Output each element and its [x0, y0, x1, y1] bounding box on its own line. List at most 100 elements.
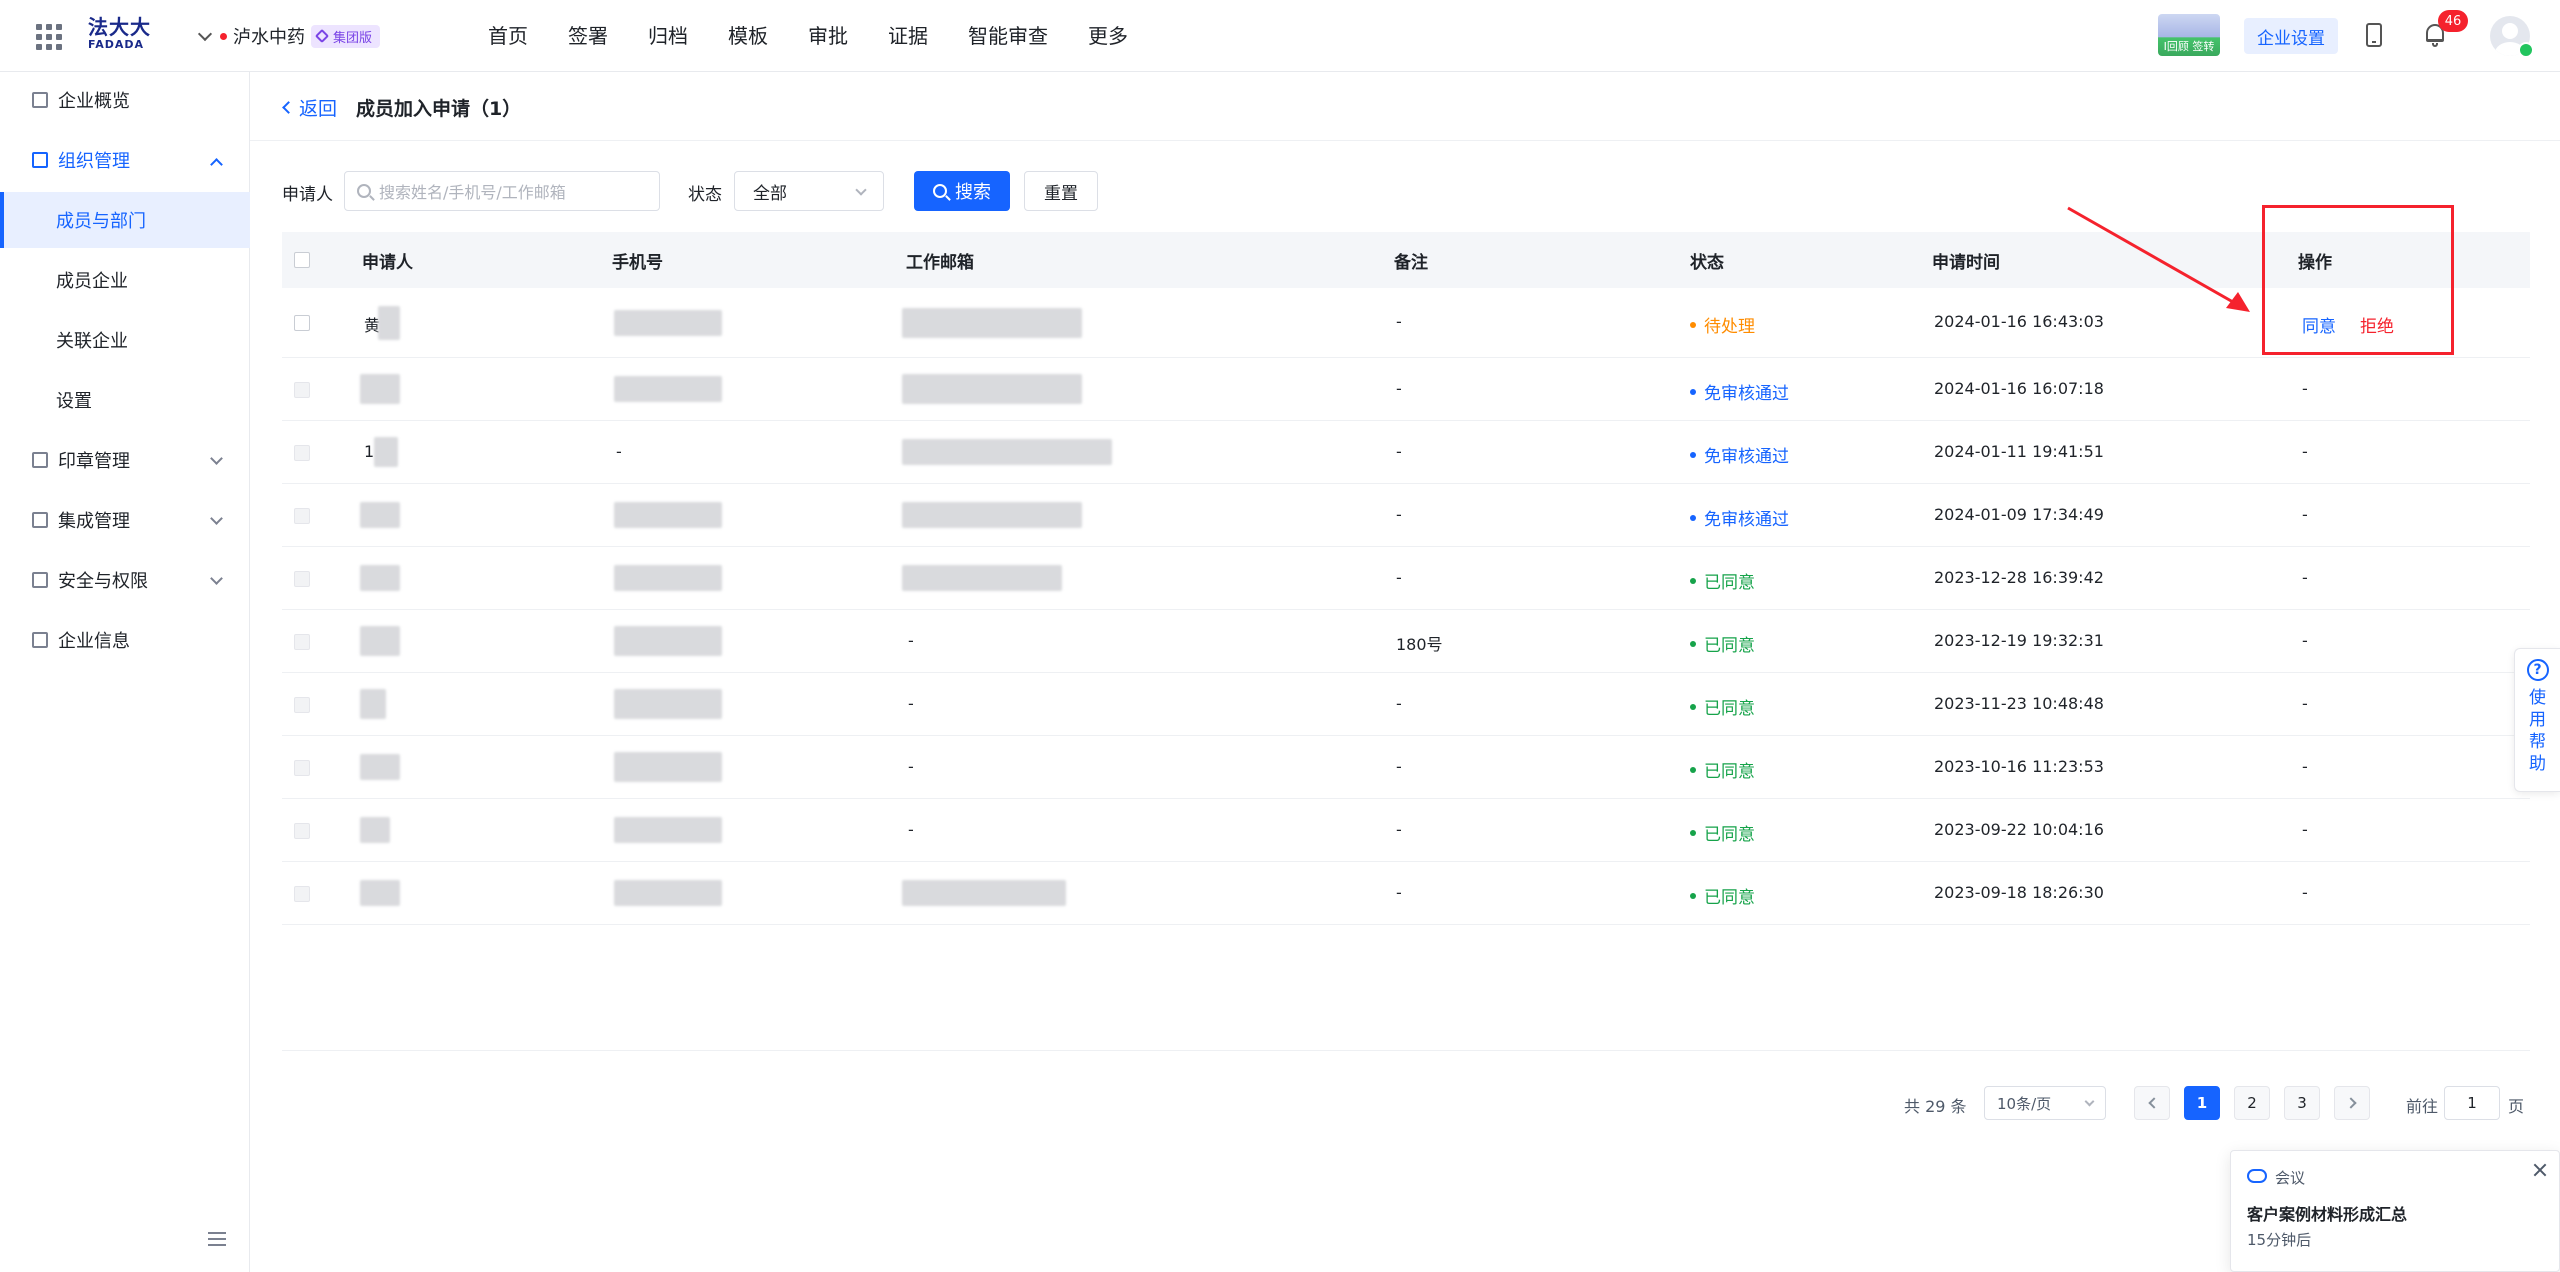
nav-sign[interactable]: 签署: [568, 20, 608, 52]
status-select[interactable]: 全部: [734, 171, 884, 211]
action-placeholder: -: [2302, 694, 2308, 713]
close-icon[interactable]: [2533, 1163, 2547, 1177]
note: -: [1396, 312, 1402, 331]
nav-smart-review[interactable]: 智能审查: [968, 20, 1048, 52]
status-badge: 已同意: [1690, 631, 1755, 656]
logo[interactable]: 法大大 FADADA: [88, 16, 154, 56]
mobile-icon[interactable]: [2366, 23, 2382, 47]
page-button-2[interactable]: 2: [2234, 1086, 2270, 1120]
question-icon: ?: [2526, 659, 2549, 681]
chevron-up-icon: [210, 158, 223, 171]
chevron-down-icon: [2084, 1096, 2095, 1107]
status-label: 已同意: [1704, 699, 1755, 719]
redacted-email: [902, 502, 1082, 528]
sidebar-item-seal-management[interactable]: 印章管理: [0, 432, 250, 488]
status-badge: 免审核通过: [1690, 379, 1789, 404]
nav-archive[interactable]: 归档: [648, 20, 688, 52]
page-button-3[interactable]: 3: [2284, 1086, 2320, 1120]
sidebar-item-organization[interactable]: 组织管理: [0, 132, 250, 188]
apply-time: 2024-01-16 16:07:18: [1934, 379, 2104, 398]
sidebar-item-label: 组织管理: [58, 151, 130, 172]
redacted-phone: [614, 752, 722, 782]
help-tab[interactable]: ? 使用帮助: [2514, 648, 2560, 792]
help-label: 使用帮助: [2529, 688, 2546, 774]
page-button-1[interactable]: 1: [2184, 1086, 2220, 1120]
search-button[interactable]: 搜索: [914, 171, 1010, 211]
status-select-value: 全部: [753, 183, 787, 204]
app-grid-icon[interactable]: [36, 24, 62, 50]
table-row: - - 已同意 2023-10-16 11:23:53 -: [282, 736, 2530, 799]
sidebar-item-affiliated-companies[interactable]: 关联企业: [0, 312, 250, 368]
sidebar-item-integration[interactable]: 集成管理: [0, 492, 250, 548]
select-all-checkbox[interactable]: [294, 252, 310, 268]
company-switcher[interactable]: 泸水中药 集团版: [196, 22, 381, 50]
sidebar-item-member-companies[interactable]: 成员企业: [0, 252, 250, 308]
enterprise-settings-button[interactable]: 企业设置: [2244, 18, 2338, 54]
back-link[interactable]: 返回: [282, 94, 338, 121]
email: -: [908, 631, 914, 650]
status-label: 已同意: [1704, 762, 1755, 782]
chevron-down-icon: [210, 572, 223, 585]
status-badge: 已同意: [1690, 694, 1755, 719]
action-placeholder: -: [2302, 883, 2308, 902]
goto-page-input[interactable]: 1: [2444, 1086, 2500, 1120]
sidebar-item-overview[interactable]: 企业概览: [0, 72, 250, 128]
row-checkbox[interactable]: [294, 315, 310, 331]
seal-icon: [32, 452, 48, 468]
page-size-value: 10条/页: [1997, 1094, 2052, 1113]
applicant-filter-label: 申请人: [282, 185, 333, 205]
notification-title: 客户案例材料形成汇总: [2247, 1205, 2408, 1224]
logo-main: 法大大: [88, 15, 151, 39]
redacted-phone: [614, 502, 722, 528]
column-phone: 手机号: [612, 253, 663, 273]
column-applicant: 申请人: [362, 253, 413, 273]
sidebar-item-security[interactable]: 安全与权限: [0, 552, 250, 608]
column-email: 工作邮箱: [906, 253, 974, 273]
nav-evidence[interactable]: 证据: [888, 20, 928, 52]
page-title: 成员加入申请（1）: [356, 98, 522, 120]
chevron-left-icon: [2147, 1097, 2160, 1109]
column-status: 状态: [1690, 253, 1724, 273]
redacted-email: [902, 880, 1066, 906]
collapse-sidebar-icon[interactable]: [208, 1232, 226, 1246]
status-label: 免审核通过: [1704, 384, 1789, 404]
note: -: [1396, 442, 1402, 461]
diamond-icon: [314, 28, 330, 44]
sidebar-item-company-info[interactable]: 企业信息: [0, 612, 250, 668]
sidebar-item-members-departments[interactable]: 成员与部门: [0, 192, 250, 248]
next-page-button[interactable]: [2334, 1086, 2370, 1120]
nav-home[interactable]: 首页: [488, 20, 528, 52]
table-row: - 180号 已同意 2023-12-19 19:32:31 -: [282, 610, 2530, 673]
phone: -: [616, 442, 622, 461]
table-bottom-divider: [282, 1050, 2530, 1051]
nav-approval[interactable]: 审批: [808, 20, 848, 52]
nav-template[interactable]: 模板: [728, 20, 768, 52]
back-label: 返回: [299, 98, 338, 120]
redacted-name: [360, 565, 400, 591]
sidebar-item-settings[interactable]: 设置: [0, 372, 250, 428]
status-badge: 待处理: [1690, 312, 1755, 337]
status-badge: 已同意: [1690, 757, 1755, 782]
apply-time: 2023-09-18 18:26:30: [1934, 883, 2104, 902]
page-size-select[interactable]: 10条/页: [1984, 1086, 2106, 1120]
email: -: [908, 757, 914, 776]
nav-more[interactable]: 更多: [1088, 20, 1128, 52]
table-row: - - 已同意 2023-11-23 10:48:48 -: [282, 673, 2530, 736]
redacted-phone: [614, 880, 722, 906]
chevron-down-icon: [855, 184, 867, 196]
row-checkbox: [294, 886, 310, 902]
main-nav: 首页 签署 归档 模板 审批 证据 智能审查 更多: [488, 20, 1168, 52]
meeting-notification[interactable]: 会议 客户案例材料形成汇总 15分钟后: [2230, 1150, 2560, 1272]
apply-time: 2023-10-16 11:23:53: [1934, 757, 2104, 776]
note: -: [1396, 883, 1402, 902]
status-badge: 免审核通过: [1690, 442, 1789, 467]
note: -: [1396, 568, 1402, 587]
table-row: - 免审核通过 2024-01-09 17:34:49 -: [282, 484, 2530, 547]
reset-button[interactable]: 重置: [1024, 171, 1098, 211]
prev-page-button[interactable]: [2134, 1086, 2170, 1120]
redacted-name: [360, 374, 400, 404]
apply-time: 2023-09-22 10:04:16: [1934, 820, 2104, 839]
search-input[interactable]: 搜索姓名/手机号/工作邮箱: [344, 171, 660, 211]
action-placeholder: -: [2302, 442, 2308, 461]
promo-thumbnail[interactable]: I回顾 签转: [2158, 14, 2220, 56]
